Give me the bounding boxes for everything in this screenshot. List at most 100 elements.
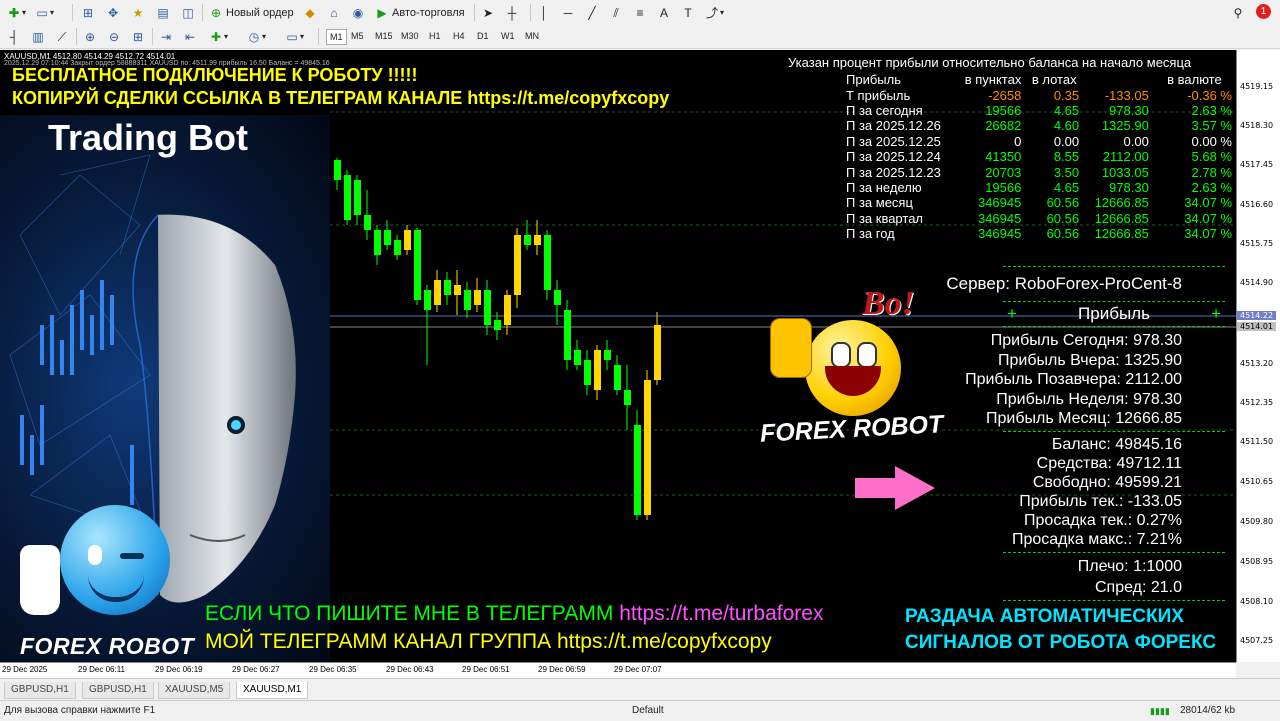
chart-area[interactable]: XAUUSD,M1 4512.80 4514.29 4512.72 4514.0… (0, 50, 1236, 662)
server-label: Сервер: RoboForex-ProCent-8 (946, 274, 1182, 293)
promo-line-1: БЕСПЛАТНОЕ ПОДКЛЮЧЕНИЕ К РОБОТУ !!!!! (12, 65, 418, 85)
profit-cell-label: П за 2025.12.24 (846, 149, 941, 165)
price-label: 4517.45 (1240, 160, 1274, 169)
arrows-tool[interactable]: ⤴ ▾ (704, 4, 724, 21)
market-watch-button[interactable]: ⊞ (80, 4, 96, 21)
fibo-tool[interactable]: ≡ (632, 4, 648, 21)
channel-tool[interactable]: ⫽ (608, 4, 624, 21)
timeframe-d1[interactable]: D1 (474, 29, 492, 43)
candle (594, 345, 601, 400)
thumbs-up-mid-icon (770, 318, 812, 378)
crosshair-icon: ✥ (107, 5, 119, 20)
profit-cell-money: 12666.85 (1094, 195, 1149, 211)
price-label: 4518.30 (1240, 121, 1274, 130)
signals-button[interactable]: ⌂ (326, 4, 342, 21)
timeframe-h4[interactable]: H4 (450, 29, 468, 43)
candle-body (584, 360, 591, 385)
autoscroll-button[interactable]: ⇥ (158, 28, 174, 45)
bar-chart-button[interactable]: ┤ (6, 28, 22, 45)
timeframe-m15[interactable]: M15 (372, 29, 396, 43)
trading-bot-title: Trading Bot (48, 117, 248, 158)
profit-cell-points: 41350 (985, 149, 1022, 165)
periods-button[interactable]: ◷ ▾ (246, 28, 266, 45)
text-tool[interactable]: A (656, 4, 672, 21)
templates-button[interactable]: ▭ ▾ (284, 28, 304, 45)
divider (1003, 266, 1225, 267)
chart-shift-button[interactable]: ⇤ (182, 28, 198, 45)
zoom-in-button[interactable]: ⊕ (82, 28, 98, 45)
profit-cell-lots: 4.60 (1053, 118, 1080, 134)
vertical-line-tool[interactable]: │ (536, 4, 552, 21)
connection-icon: ▮▮▮▮ (1150, 706, 1170, 716)
data-window-button[interactable]: ✥ (105, 4, 121, 21)
chart-tab[interactable]: XAUUSD,M5 (158, 682, 231, 699)
timeframe-w1[interactable]: W1 (498, 29, 518, 43)
candle-body (604, 350, 611, 360)
channel-icon: ⫽ (613, 5, 619, 20)
tile-button[interactable]: ⊞ (130, 28, 146, 45)
smiley-mid (805, 320, 901, 416)
promo-bottom-2[interactable]: МОЙ ТЕЛЕГРАММ КАНАЛ ГРУППА https://t.me/… (205, 630, 772, 654)
price-label: 4516.60 (1240, 200, 1274, 209)
candle-body (624, 390, 631, 405)
promo-bottom-1-link[interactable]: https://t.me/turbaforex (619, 602, 823, 625)
time-label: 29 Dec 2025 (2, 665, 48, 674)
candle (424, 285, 431, 365)
profit-cell-lots: 0.35 (1053, 87, 1080, 103)
timeframe-m5[interactable]: M5 (348, 29, 367, 43)
profit-cell-pct: 5.68 % (1191, 149, 1232, 165)
notifications-button[interactable]: 1 (1256, 3, 1271, 20)
line-chart-button[interactable]: ⟋ (54, 28, 70, 45)
chart-tab[interactable]: GBPUSD,H1 (4, 682, 76, 699)
vertical-line-icon: │ (540, 5, 548, 20)
profit-table-row: П за 2025.12.23 20703 3.50 1033.05 2.78 % (842, 164, 1236, 180)
new-order-button[interactable]: ⊕ Новый ордер (208, 4, 294, 21)
globe-icon: ◉ (352, 5, 364, 20)
chart-toolbar: ┤ ▥ ⟋ ⊕ ⊖ ⊞ ⇥ ⇤ ✚ ▾ ◷ ▾ ▭ ▾ M1 M5 M15 M30 H1 H4 D… (0, 26, 1280, 49)
autotrading-button[interactable]: ▶ Авто-торговля (374, 4, 464, 21)
profit-cell-label: П за 2025.12.25 (846, 133, 941, 149)
navigator-button[interactable]: ★ (130, 4, 146, 21)
profit-table-row: П за неделю 19566 4.65 978.30 2.63 % (842, 180, 1236, 195)
profit-cell-points: 346945 (977, 210, 1022, 226)
candle-body (334, 160, 341, 180)
divider (1003, 552, 1225, 553)
candle-body (504, 295, 511, 325)
terminal-button[interactable]: ▤ (155, 4, 171, 21)
timeframe-h1[interactable]: H1 (426, 29, 444, 43)
candles-icon: ▥ (32, 29, 44, 44)
profit-cell-label: П за месяц (846, 195, 913, 211)
crosshair-tool[interactable]: ┼ (504, 4, 520, 21)
time-label: 29 Dec 07:07 (614, 665, 662, 674)
cursor-tool[interactable]: ➤ (480, 4, 496, 21)
market-button[interactable]: ◉ (350, 4, 366, 21)
profit-table-row: П за месяц 346945 60.56 12666.85 34.07 % (842, 195, 1236, 210)
autoscroll-icon: ⇥ (160, 29, 172, 44)
horizontal-line-tool[interactable]: ─ (560, 4, 576, 21)
indicators-button[interactable]: ✚ ▾ (208, 28, 228, 45)
new-order-icon: ⊕ (210, 5, 222, 20)
metaeditor-button[interactable]: ◆ (302, 4, 318, 21)
timeframe-mn[interactable]: MN (522, 29, 542, 43)
candle-body (404, 230, 411, 250)
candles-button[interactable]: ▥ (30, 28, 46, 45)
profit-cell-lots: 4.65 (1053, 179, 1080, 195)
label-tool[interactable]: T (680, 4, 696, 21)
price-label: 4511.50 (1240, 437, 1274, 446)
candle (454, 270, 461, 315)
zoom-out-button[interactable]: ⊖ (106, 28, 122, 45)
price-axis[interactable]: 4519.15 4518.30 4517.45 4516.60 4515.75 4514.… (1236, 50, 1280, 662)
timeframe-m1[interactable]: M1 (326, 29, 347, 45)
status-help: Для вызова справки нажмите F1 (4, 705, 156, 716)
new-chart-button[interactable]: ✚ ▾ (6, 4, 26, 21)
timeframe-m30[interactable]: M30 (398, 29, 422, 43)
profiles-button[interactable]: ▭ ▾ (34, 4, 54, 21)
chart-tab[interactable]: XAUUSD,M1 (236, 682, 309, 699)
trendline-tool[interactable]: ╱ (584, 4, 600, 21)
chart-tab[interactable]: GBPUSD,H1 (82, 682, 154, 699)
promo-bottom-1-text: ЕСЛИ ЧТО ПИШИТЕ МНЕ В ТЕЛЕГРАММ (205, 602, 620, 625)
divider (1003, 431, 1225, 432)
profit-cell-points: 346945 (977, 226, 1022, 242)
tester-button[interactable]: ◫ (180, 4, 196, 21)
search-button[interactable]: ⚲ (1230, 4, 1246, 21)
